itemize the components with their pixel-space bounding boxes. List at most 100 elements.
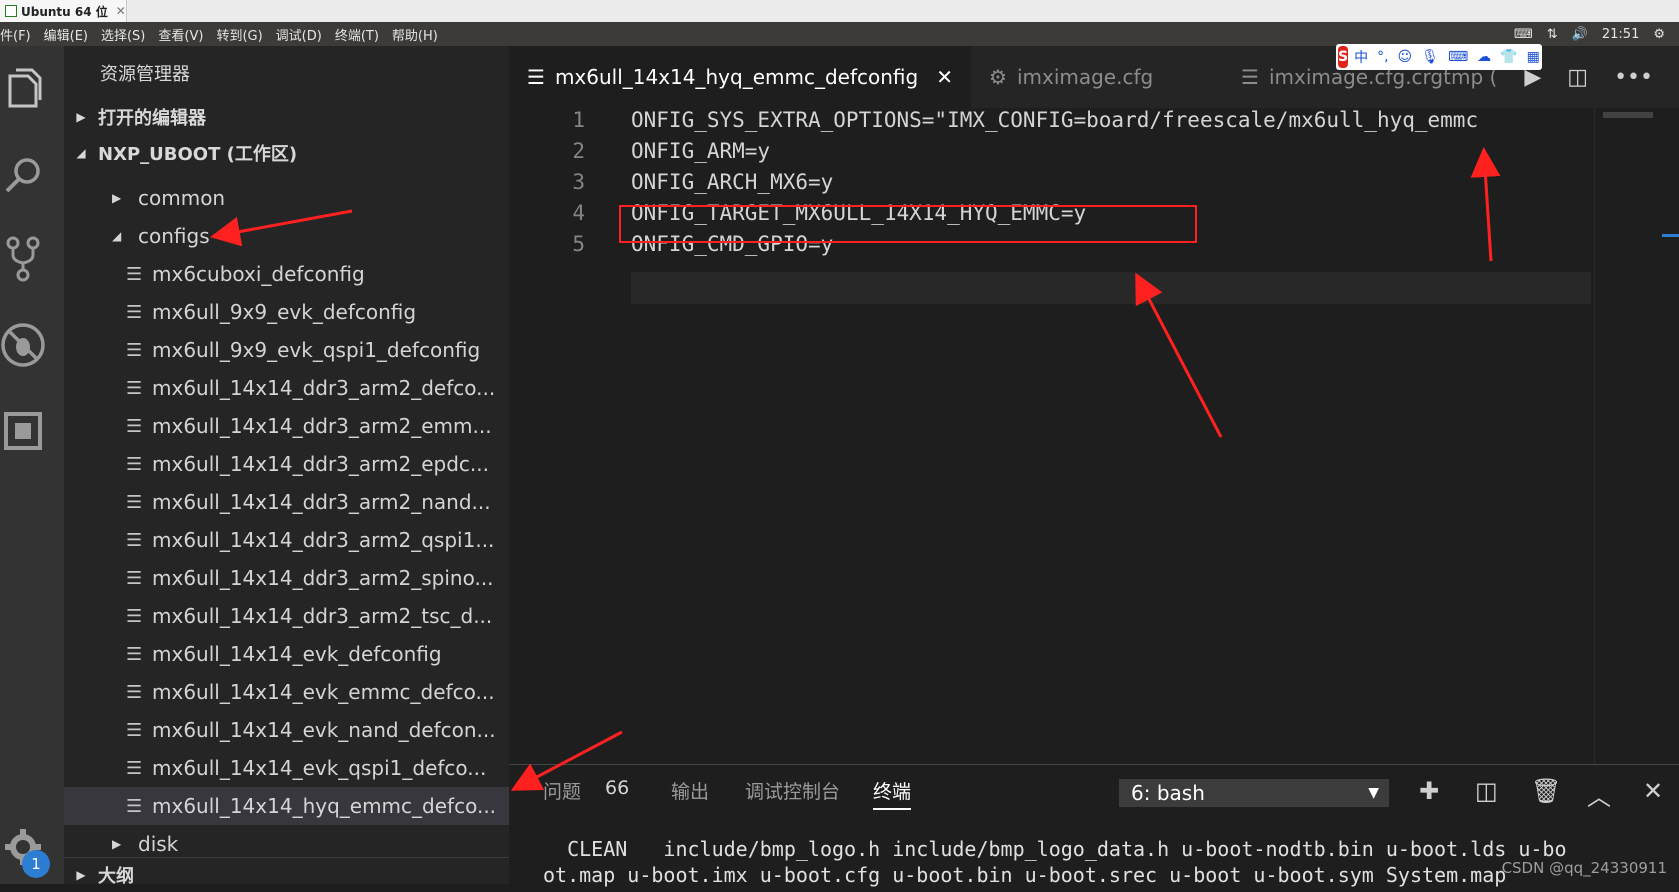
explorer-icon[interactable] — [0, 60, 46, 118]
more-icon[interactable]: ••• — [1614, 65, 1653, 90]
chevron-right-icon: ▶ — [112, 191, 122, 205]
terminal-select[interactable]: 6: bash ▼ — [1119, 779, 1389, 807]
settings-gear-icon[interactable]: ⚙ — [1653, 27, 1665, 42]
file-item[interactable]: ☰ mx6ull_14x14_ddr3_arm2_tsc_d... — [64, 597, 509, 635]
file-item[interactable]: ☰ mx6ull_14x14_ddr3_arm2_nand... — [64, 483, 509, 521]
tab-output[interactable]: 输出 — [671, 777, 709, 804]
sogou-logo-icon[interactable]: S — [1338, 46, 1349, 68]
network-icon[interactable]: ⇅ — [1547, 27, 1558, 42]
tab-hyq-emmc-defconfig[interactable]: ☰ mx6ull_14x14_hyq_emmc_defconfig ✕ — [509, 46, 971, 108]
extensions-icon[interactable] — [0, 402, 46, 460]
close-icon[interactable]: ✕ — [116, 4, 126, 18]
watermark: CSDN @qq_24330911 — [1501, 859, 1667, 877]
vm-tab[interactable]: Ubuntu 64 位 ✕ — [0, 0, 127, 22]
chevron-right-icon: ▶ — [76, 868, 86, 882]
folder-label: common — [138, 186, 226, 210]
chevron-down-icon: ◢ — [76, 146, 86, 160]
file-label: mx6ull_9x9_evk_defconfig — [152, 300, 417, 324]
editor-actions: ▶ ◫ ••• — [1524, 46, 1679, 108]
grid-icon[interactable]: ▦ — [1527, 49, 1540, 65]
file-item[interactable]: ☰ mx6ull_9x9_evk_qspi1_defconfig — [64, 331, 509, 369]
chevron-right-icon: ▶ — [112, 837, 122, 851]
file-lines-icon: ☰ — [126, 757, 143, 779]
file-item[interactable]: ☰ mx6ull_14x14_ddr3_arm2_spino... — [64, 559, 509, 597]
minimap[interactable] — [1594, 108, 1679, 764]
keyboard-icon[interactable]: ⌨ — [1514, 27, 1533, 42]
minimap-content — [1603, 112, 1653, 118]
vm-icon — [5, 5, 17, 17]
file-item[interactable]: ☰ mx6ull_9x9_evk_defconfig — [64, 293, 509, 331]
chevron-down-icon: ◢ — [112, 229, 122, 243]
file-item[interactable]: ☰ mx6ull_14x14_evk_defconfig — [64, 635, 509, 673]
sidebar-title: 资源管理器 — [100, 64, 190, 85]
file-lines-icon: ☰ — [126, 795, 143, 817]
notification-badge[interactable]: 1 — [22, 850, 50, 878]
file-item[interactable]: ☰ mx6ull_14x14_evk_emmc_defco... — [64, 673, 509, 711]
file-item[interactable]: ☰ mx6ull_14x14_ddr3_arm2_qspi1... — [64, 521, 509, 559]
menubar: 件(F) 编辑(E) 选择(S) 查看(V) 转到(G) 调试(D) 终端(T)… — [0, 22, 1679, 46]
activity-bar: 1 — [0, 46, 64, 884]
folder-label: configs — [138, 224, 210, 248]
close-panel-icon[interactable]: ✕ — [1643, 777, 1663, 805]
search-icon[interactable] — [0, 146, 46, 204]
menu-debug[interactable]: 调试(D) — [276, 25, 322, 44]
file-label: mx6ull_14x14_hyq_emmc_defco... — [152, 794, 497, 818]
bottom-panel: 问题 66 输出 调试控制台 终端 6: bash ▼ ✚ ◫ 🗑 ︿ ✕ CL… — [509, 764, 1679, 887]
file-label: mx6ull_14x14_evk_qspi1_defco... — [152, 756, 487, 780]
file-label: mx6cuboxi_defconfig — [152, 262, 365, 286]
section-label: NXP_UBOOT (工作区) — [98, 144, 298, 165]
debug-icon[interactable] — [0, 316, 46, 374]
file-lines-icon: ☰ — [126, 529, 143, 551]
file-lines-icon: ☰ — [126, 491, 143, 513]
tab-imximage-cfg[interactable]: ⚙ imximage.cfg — [971, 46, 1223, 108]
menu-terminal[interactable]: 终端(T) — [335, 25, 379, 44]
tab-problems[interactable]: 问题 — [543, 777, 581, 804]
menu-edit[interactable]: 编辑(E) — [44, 25, 88, 44]
menu-go[interactable]: 转到(G) — [216, 25, 262, 44]
split-editor-icon[interactable]: ◫ — [1567, 65, 1588, 90]
folder-configs[interactable]: ◢ configs — [64, 217, 509, 255]
volume-icon[interactable]: 🔊 — [1572, 27, 1588, 42]
section-open-editors[interactable]: ▶ 打开的编辑器 — [64, 100, 509, 134]
section-outline[interactable]: ▶ 大纲 — [64, 857, 509, 892]
file-item[interactable]: ☰ mx6cuboxi_defconfig — [64, 255, 509, 293]
section-workspace[interactable]: ◢ NXP_UBOOT (工作区) — [64, 136, 509, 170]
cloud-icon[interactable]: ☁ — [1477, 49, 1491, 65]
code-editor[interactable]: 1 2 3 4 5 ONFIG_SYS_EXTRA_OPTIONS="IMX_C… — [509, 108, 1679, 764]
keyboard-icon[interactable]: ⌨ — [1448, 49, 1468, 65]
source-control-icon[interactable] — [0, 230, 46, 288]
file-item[interactable]: ☰ mx6ull_14x14_evk_nand_defcon... — [64, 711, 509, 749]
file-label: mx6ull_14x14_ddr3_arm2_defco... — [152, 376, 496, 400]
trash-icon[interactable]: 🗑 — [1531, 777, 1561, 805]
tab-label: imximage.cfg — [1016, 65, 1154, 89]
file-lines-icon: ☰ — [1241, 65, 1259, 89]
ime-mode[interactable]: 中 — [1354, 47, 1368, 67]
shirt-icon[interactable]: 👕 — [1500, 49, 1517, 65]
file-item-selected[interactable]: ☰ mx6ull_14x14_hyq_emmc_defco... — [64, 787, 509, 825]
split-terminal-icon[interactable]: ◫ — [1475, 777, 1498, 805]
chevron-up-icon[interactable]: ︿ — [1587, 777, 1611, 812]
microphone-icon[interactable]: 🎙 — [1421, 49, 1439, 65]
file-label: mx6ull_14x14_ddr3_arm2_tsc_d... — [152, 604, 493, 628]
tab-terminal[interactable]: 终端 — [873, 777, 912, 810]
file-item[interactable]: ☰ mx6ull_14x14_ddr3_arm2_emm... — [64, 407, 509, 445]
file-label: mx6ull_14x14_ddr3_arm2_nand... — [152, 490, 491, 514]
file-item[interactable]: ☰ mx6ull_14x14_ddr3_arm2_epdc... — [64, 445, 509, 483]
menu-file[interactable]: 件(F) — [0, 25, 31, 44]
close-icon[interactable]: ✕ — [936, 65, 953, 89]
emoji-icon[interactable]: ☺ — [1398, 49, 1413, 65]
file-lines-icon: ☰ — [126, 301, 143, 323]
folder-common[interactable]: ▶ common — [64, 179, 509, 217]
explorer-sidebar: 资源管理器 ▶ 打开的编辑器 ◢ NXP_UBOOT (工作区) ▶ commo… — [64, 46, 509, 887]
menu-selection[interactable]: 选择(S) — [101, 25, 145, 44]
menu-help[interactable]: 帮助(H) — [392, 25, 438, 44]
file-item[interactable]: ☰ mx6ull_14x14_evk_qspi1_defco... — [64, 749, 509, 787]
add-terminal-icon[interactable]: ✚ — [1419, 777, 1439, 805]
scroll-marker — [1662, 234, 1679, 237]
file-lines-icon: ☰ — [126, 643, 143, 665]
tab-debug-console[interactable]: 调试控制台 — [745, 777, 840, 804]
menu-view[interactable]: 查看(V) — [158, 25, 203, 44]
file-item[interactable]: ☰ mx6ull_14x14_ddr3_arm2_defco... — [64, 369, 509, 407]
ime-punct[interactable]: °, — [1377, 49, 1388, 65]
clock[interactable]: 21:51 — [1602, 27, 1639, 42]
